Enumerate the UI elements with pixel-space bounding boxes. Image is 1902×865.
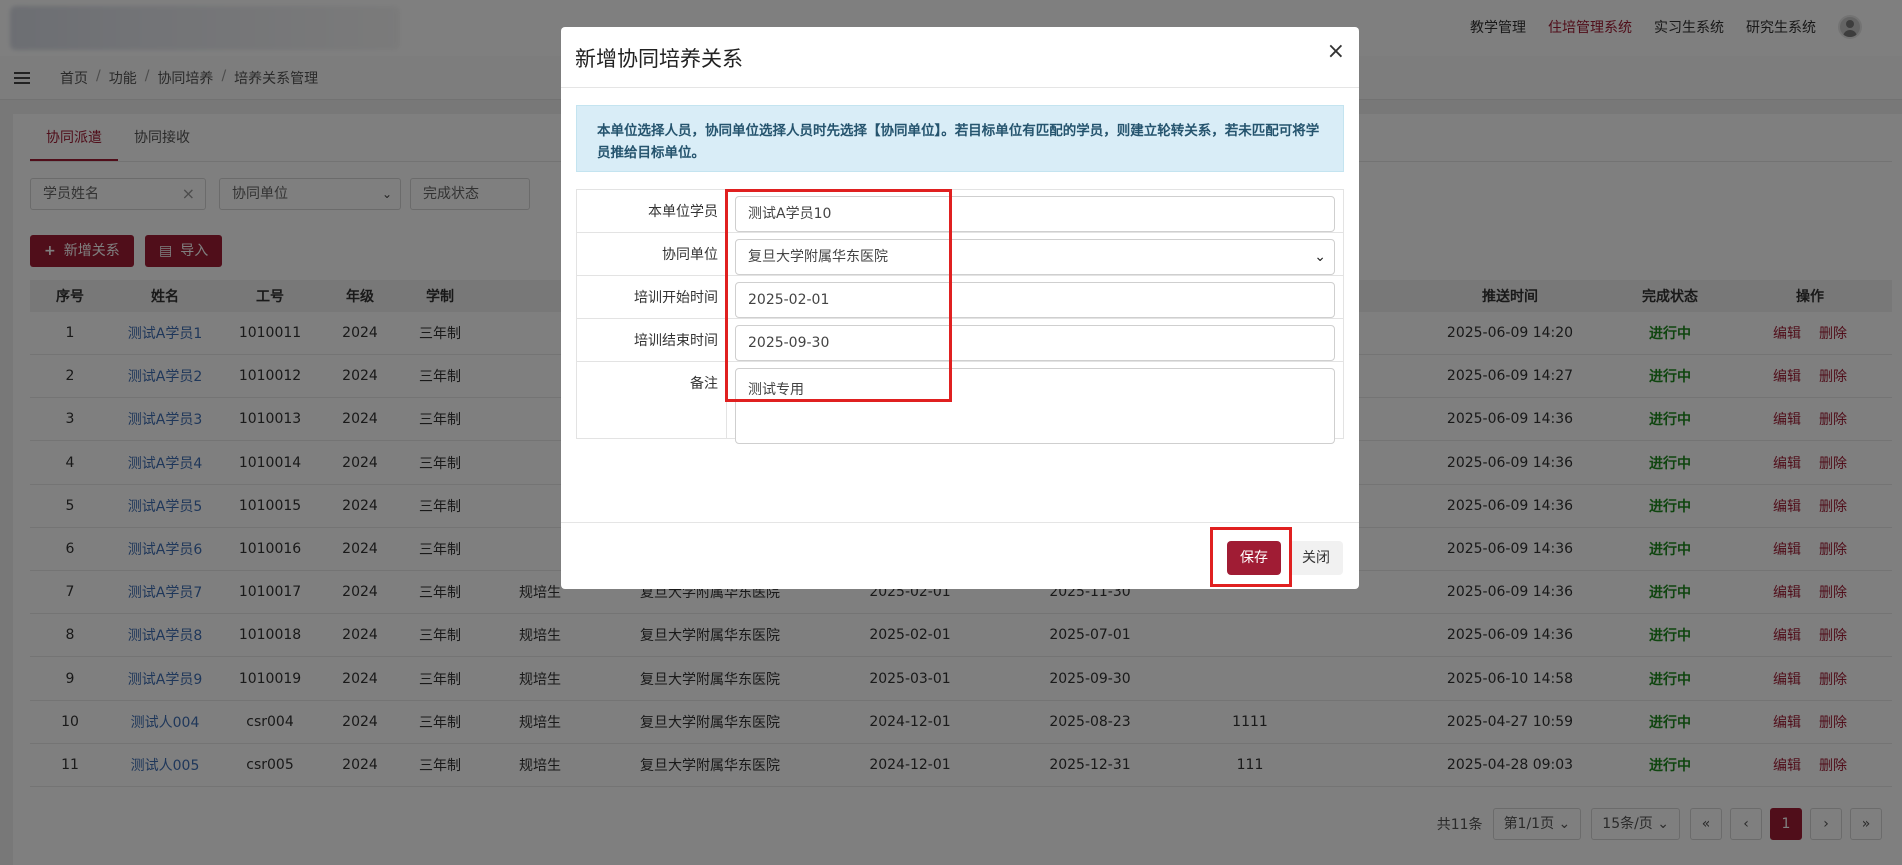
field-label: 备注 xyxy=(577,362,727,439)
field-label: 协同单位 xyxy=(577,233,727,275)
form-row-end: 培训结束时间 2025-09-30 xyxy=(577,319,1343,362)
add-relation-modal: 新增协同培养关系 × 本单位选择人员，协同单位选择人员时先选择【协同单位】。若目… xyxy=(561,27,1359,589)
form-row-start: 培训开始时间 2025-02-01 xyxy=(577,276,1343,319)
close-button[interactable]: 关闭 xyxy=(1289,541,1343,575)
form-row-student: 本单位学员 测试A学员10 xyxy=(577,190,1343,233)
form-row-note: 备注 测试专用 xyxy=(577,362,1343,444)
field-label: 培训开始时间 xyxy=(577,276,727,318)
field-label: 本单位学员 xyxy=(577,190,727,232)
modal-header: 新增协同培养关系 × xyxy=(561,27,1359,88)
chevron-down-icon: ⌄ xyxy=(1314,249,1326,265)
notice-box: 本单位选择人员，协同单位选择人员时先选择【协同单位】。若目标单位有匹配的学员，则… xyxy=(576,105,1344,172)
highlight-box xyxy=(1210,527,1292,587)
modal-footer-divider xyxy=(561,522,1359,523)
highlight-box xyxy=(725,189,952,402)
field-label: 培训结束时间 xyxy=(577,319,727,361)
modal-title: 新增协同培养关系 xyxy=(575,47,743,71)
form-row-unit: 协同单位 复旦大学附属华东医院 ⌄ xyxy=(577,233,1343,276)
relation-form: 本单位学员 测试A学员10 协同单位 复旦大学附属华东医院 ⌄ 培训开始时间 2… xyxy=(576,189,1344,444)
close-icon[interactable]: × xyxy=(1327,39,1345,64)
